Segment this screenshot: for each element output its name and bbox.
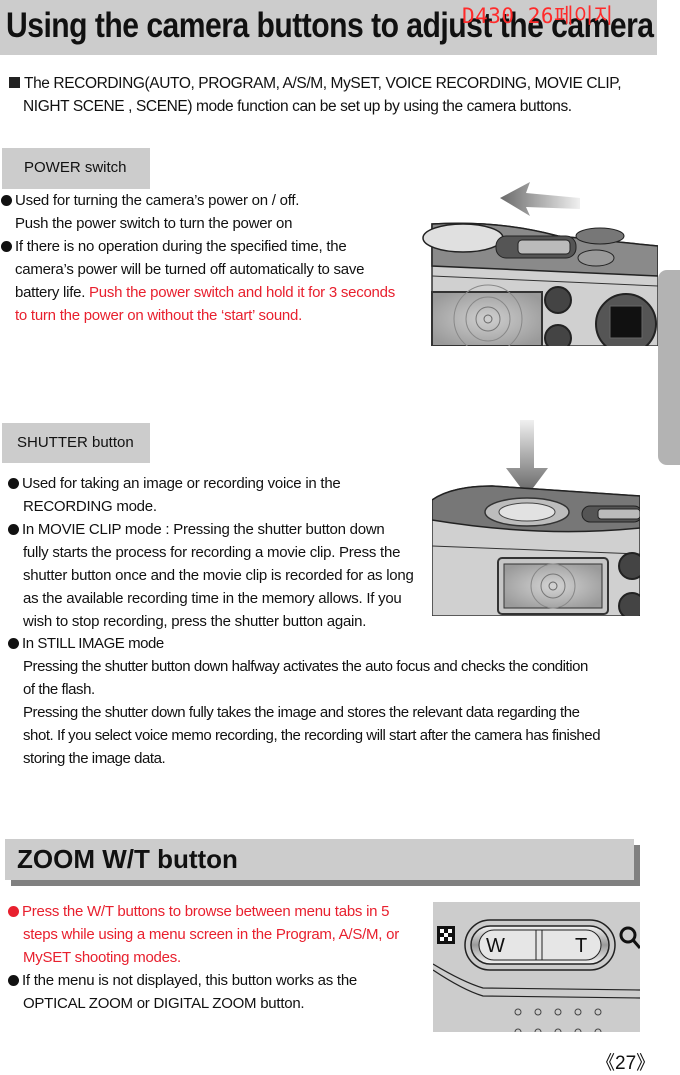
document-stamp: D430 26페이지 bbox=[462, 4, 614, 28]
w-label: W bbox=[486, 935, 505, 957]
square-bullet-icon bbox=[9, 77, 20, 88]
list-item: Press the W/T buttons to browse between … bbox=[8, 900, 428, 969]
camera-power-illustration-svg bbox=[422, 182, 658, 346]
bullet-icon bbox=[1, 241, 12, 252]
wide-angle-icon bbox=[437, 926, 455, 944]
zoom-button-description: Press the W/T buttons to browse between … bbox=[8, 900, 428, 1015]
magnifier-icon bbox=[619, 926, 640, 949]
list-item: Used for taking an image or recording vo… bbox=[8, 472, 433, 518]
camera-body bbox=[422, 222, 658, 346]
zoom-heading-bar: ZOOM W/T button bbox=[5, 839, 634, 880]
zoom-wt-illustration-svg: W T bbox=[433, 919, 640, 1032]
speaker-holes bbox=[514, 1008, 602, 1032]
zoom-heading: ZOOM W/T button bbox=[17, 844, 238, 874]
power-switch-description: Used for turning the camera’s power on /… bbox=[1, 189, 421, 327]
intro-paragraph: The RECORDING(AUTO, PROGRAM, A/S/M, MySE… bbox=[9, 72, 659, 118]
list-item: If the menu is not displayed, this butto… bbox=[8, 969, 428, 1015]
zoom-wt-illustration: W T bbox=[433, 902, 640, 1032]
power-switch-tag: POWER switch bbox=[2, 148, 150, 189]
page-number: 《27》 bbox=[596, 1048, 655, 1075]
side-index-tab bbox=[658, 270, 680, 465]
shutter-button-tag: SHUTTER button bbox=[2, 423, 150, 463]
camera-shutter-illustration-svg bbox=[432, 420, 640, 616]
intro-line-1: The RECORDING(AUTO, PROGRAM, A/S/M, MySE… bbox=[24, 75, 622, 92]
down-arrow-icon bbox=[506, 420, 548, 496]
page-number-right-bracket: 》 bbox=[636, 1053, 656, 1074]
power-switch-tag-label: POWER switch bbox=[24, 159, 127, 176]
bullet-icon bbox=[1, 195, 12, 206]
power-switch-illustration bbox=[418, 176, 658, 346]
page-number-left-bracket: 《 bbox=[596, 1053, 616, 1074]
camera-body bbox=[432, 485, 640, 616]
bullet-icon bbox=[8, 975, 19, 986]
shutter-button-description: Used for taking an image or recording vo… bbox=[8, 472, 433, 633]
intro-line-2: NIGHT SCENE , SCENE) mode function can b… bbox=[23, 98, 572, 115]
bullet-icon bbox=[8, 524, 19, 535]
shutter-button-illustration bbox=[432, 420, 640, 616]
bullet-icon bbox=[8, 478, 19, 489]
red-bullet-icon bbox=[8, 906, 19, 917]
power-note-red: Push the power switch and hold it for 3 … bbox=[89, 284, 395, 301]
shutter-button-tag-label: SHUTTER button bbox=[17, 434, 134, 451]
page-number-value: 27 bbox=[615, 1053, 637, 1074]
list-item: In STILL IMAGE mode Pressing the shutter… bbox=[8, 632, 668, 770]
left-arrow-icon bbox=[500, 182, 580, 216]
t-label: T bbox=[575, 935, 587, 957]
still-image-description: In STILL IMAGE mode Pressing the shutter… bbox=[8, 632, 668, 770]
list-item: If there is no operation during the spec… bbox=[1, 235, 421, 327]
list-item: Used for turning the camera’s power on /… bbox=[1, 189, 421, 235]
bullet-icon bbox=[8, 638, 19, 649]
list-item: In MOVIE CLIP mode : Pressing the shutte… bbox=[8, 518, 433, 633]
power-note-red-continued: to turn the power on without the ‘start’… bbox=[15, 307, 303, 324]
